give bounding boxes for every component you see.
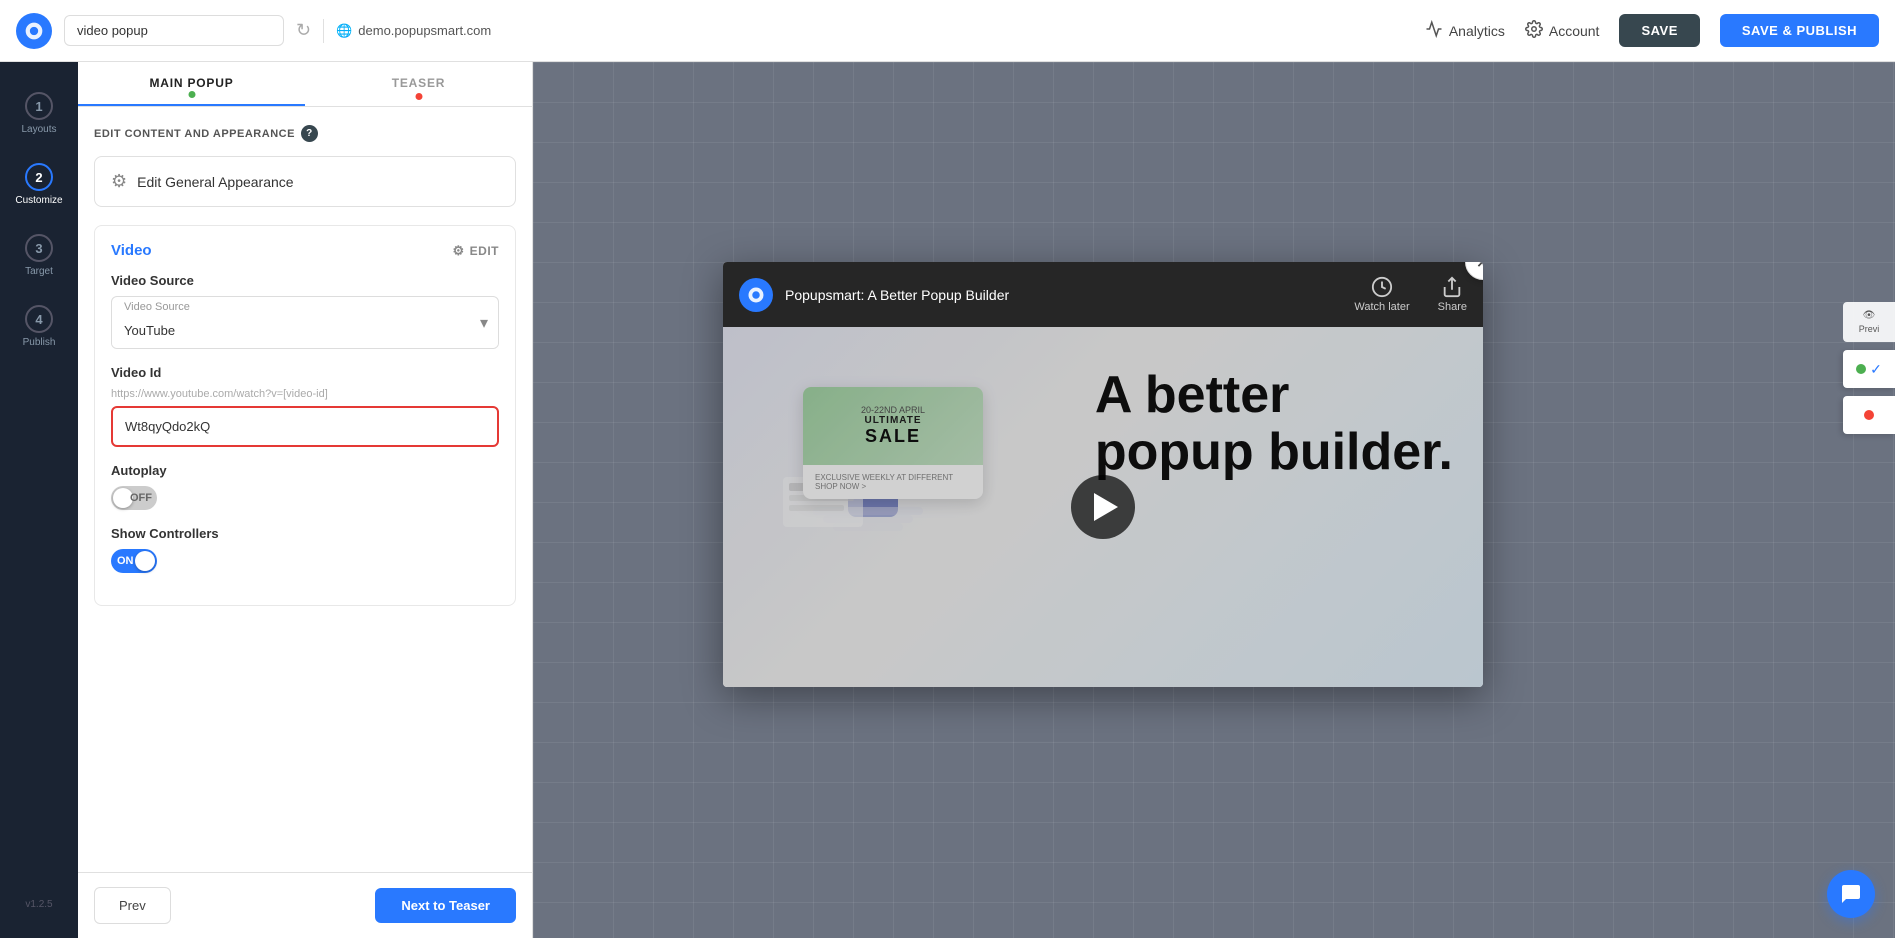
popup-video-area: 20-22ND APRIL ULTIMATE SALE EXCLUSIVE WE… <box>723 327 1483 687</box>
prev-button[interactable]: Prev <box>94 887 171 924</box>
main-layout: 1 Layouts 2 Customize 3 Target 4 Publish… <box>0 62 1895 938</box>
account-nav[interactable]: Account <box>1525 20 1600 41</box>
share-button[interactable]: Share <box>1438 276 1467 313</box>
nav-item-publish[interactable]: 4 Publish <box>0 295 78 358</box>
nav-number-1: 1 <box>25 92 53 120</box>
autoplay-toggle[interactable]: OFF <box>111 486 157 510</box>
toggle-on-label: ON <box>117 555 134 567</box>
autoplay-label: Autoplay <box>111 463 499 478</box>
video-overlay <box>723 327 1483 687</box>
green-dot <box>1856 364 1866 374</box>
analytics-icon <box>1425 20 1443 41</box>
gear-icon <box>1525 20 1543 41</box>
globe-icon: 🌐 <box>336 23 352 39</box>
video-section: Video ⚙ EDIT Video Source Video Source Y… <box>94 225 516 606</box>
url-display: 🌐 demo.popupsmart.com <box>336 23 491 39</box>
version-label: v1.2.5 <box>25 899 52 918</box>
popup-logo <box>739 278 773 312</box>
video-id-group: Video Id https://www.youtube.com/watch?v… <box>111 365 499 447</box>
popup-channel-name: Popupsmart: A Better Popup Builder <box>785 287 1342 303</box>
nav-number-4: 4 <box>25 305 53 333</box>
refresh-icon[interactable]: ↻ <box>296 20 311 41</box>
watch-later-button[interactable]: Watch later <box>1354 276 1409 313</box>
toggle-off-label: OFF <box>130 492 152 504</box>
video-source-group: Video Source Video Source YouTube ▾ <box>111 273 499 349</box>
icon-nav: 1 Layouts 2 Customize 3 Target 4 Publish… <box>0 62 78 938</box>
save-button[interactable]: SAVE <box>1619 14 1699 47</box>
nav-label-target: Target <box>25 266 53 277</box>
next-to-teaser-button[interactable]: Next to Teaser <box>375 888 516 923</box>
video-source-label: Video Source <box>111 273 499 288</box>
video-id-label: Video Id <box>111 365 499 380</box>
divider <box>323 19 324 43</box>
nav-label-layouts: Layouts <box>21 124 56 135</box>
panel-content: EDIT CONTENT AND APPEARANCE ? ⚙ Edit Gen… <box>78 107 532 872</box>
show-controllers-toggle[interactable]: ON <box>111 549 157 573</box>
chat-bubble[interactable] <box>1827 870 1875 918</box>
preview-eye-button[interactable]: 👁 Previ <box>1843 302 1895 342</box>
popup-preview: ✕ Popupsmart: A Better Popup Builder Wat… <box>723 262 1483 687</box>
select-inner-label: Video Source <box>112 297 498 313</box>
play-button[interactable] <box>1071 475 1135 539</box>
nav-number-2: 2 <box>25 163 53 191</box>
video-id-input[interactable]: Wt8qyQdo2kQ <box>111 406 499 447</box>
main-popup-dot <box>188 91 195 98</box>
video-id-hint: https://www.youtube.com/watch?v=[video-i… <box>111 388 499 400</box>
autoplay-toggle-row: OFF <box>111 486 499 510</box>
tab-main-popup[interactable]: MAIN POPUP <box>78 62 305 106</box>
nav-item-target[interactable]: 3 Target <box>0 224 78 287</box>
panel-tabs: MAIN POPUP TEASER <box>78 62 532 107</box>
app-logo <box>16 13 52 49</box>
preview-indicator-green: ✓ <box>1843 350 1895 388</box>
tab-teaser[interactable]: TEASER <box>305 62 532 106</box>
preview-indicator-red <box>1843 396 1895 434</box>
canvas-area: ✕ Popupsmart: A Better Popup Builder Wat… <box>533 62 1895 938</box>
edit-video-link[interactable]: ⚙ EDIT <box>453 243 500 259</box>
section-label: EDIT CONTENT AND APPEARANCE ? <box>94 125 516 142</box>
popup-header: Popupsmart: A Better Popup Builder Watch… <box>723 262 1483 327</box>
sidebar-panel: MAIN POPUP TEASER EDIT CONTENT AND APPEA… <box>78 62 533 938</box>
toggle-knob-on <box>135 551 155 571</box>
teaser-dot <box>415 93 422 100</box>
nav-item-layouts[interactable]: 1 Layouts <box>0 82 78 145</box>
edit-general-appearance-button[interactable]: ⚙ Edit General Appearance <box>94 156 516 207</box>
save-publish-button[interactable]: SAVE & PUBLISH <box>1720 14 1879 47</box>
nav-number-3: 3 <box>25 234 53 262</box>
settings-icon: ⚙ <box>111 171 127 192</box>
help-icon[interactable]: ? <box>301 125 318 142</box>
panel-bottom: Prev Next to Teaser <box>78 872 532 938</box>
video-section-title: Video <box>111 242 152 259</box>
preview-side-panel: 👁 Previ ✓ <box>1843 302 1895 434</box>
video-section-header: Video ⚙ EDIT <box>111 242 499 259</box>
show-controllers-toggle-row: ON <box>111 549 499 573</box>
nav-label-customize: Customize <box>15 195 62 206</box>
nav-item-customize[interactable]: 2 Customize <box>0 153 78 216</box>
topbar-right: Analytics Account SAVE SAVE & PUBLISH <box>1425 14 1879 47</box>
settings-small-icon: ⚙ <box>453 243 465 259</box>
nav-label-publish: Publish <box>23 337 56 348</box>
analytics-nav[interactable]: Analytics <box>1425 20 1505 41</box>
checkmark-icon: ✓ <box>1870 361 1882 378</box>
show-controllers-label: Show Controllers <box>111 526 499 541</box>
red-dot <box>1864 410 1874 420</box>
video-source-select-wrapper: Video Source YouTube ▾ <box>111 296 499 349</box>
topbar: video popup ↻ 🌐 demo.popupsmart.com Anal… <box>0 0 1895 62</box>
search-input[interactable]: video popup <box>64 15 284 46</box>
video-source-select[interactable]: YouTube <box>112 313 498 348</box>
show-controllers-group: Show Controllers ON <box>111 526 499 573</box>
autoplay-group: Autoplay OFF <box>111 463 499 510</box>
eye-icon: 👁 <box>1863 310 1876 321</box>
